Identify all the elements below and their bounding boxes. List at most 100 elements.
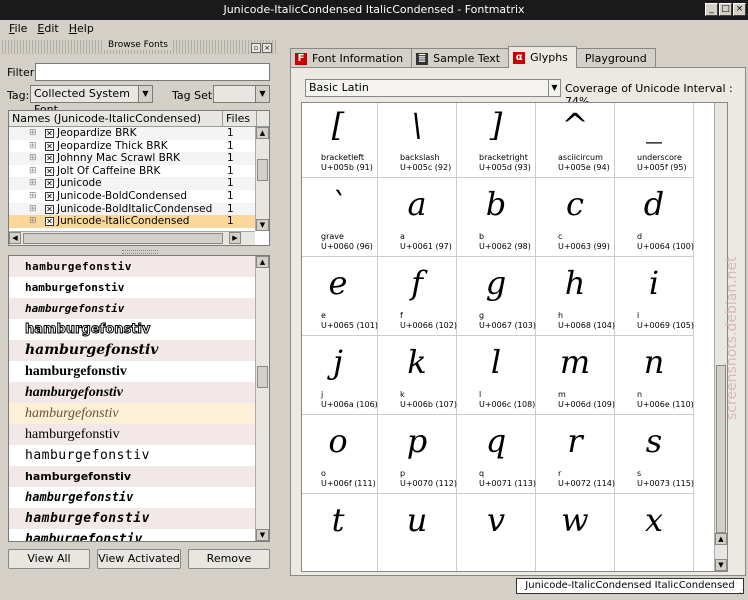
menu-file[interactable]: File	[4, 20, 32, 38]
glyph-cell[interactable]: q q U+0071 (113)	[457, 415, 536, 494]
font-tree-row[interactable]: ⊞ ✕ Junicode-BoldCondensed 1	[9, 190, 269, 203]
expand-icon[interactable]: ⊞	[29, 166, 37, 176]
remove-button[interactable]: Remove	[188, 549, 270, 569]
column-files[interactable]: Files	[223, 111, 257, 126]
view-activated-button[interactable]: View Activated	[97, 549, 181, 569]
glyph-cell[interactable]: \ backslash U+005c (92)	[378, 103, 457, 178]
close-button[interactable]: ×	[733, 3, 746, 16]
glyph-cell[interactable]: ^ asciicircum U+005e (94)	[536, 103, 615, 178]
font-tree-vscrollbar[interactable]: ▲ ▼	[255, 127, 269, 231]
glyph-cell[interactable]: _ underscore U+005f (95)	[615, 103, 694, 178]
scroll-up-icon[interactable]: ▲	[256, 127, 269, 139]
activation-checkbox[interactable]: ✕	[45, 204, 54, 214]
glyph-cell[interactable]: ] bracketright U+005d (93)	[457, 103, 536, 178]
expand-icon[interactable]: ⊞	[29, 217, 37, 226]
scroll-left-icon[interactable]: ◀	[9, 232, 21, 244]
font-preview-row[interactable]: hamburgefonstiv	[9, 424, 269, 445]
activation-checkbox[interactable]: ✕	[45, 191, 54, 201]
font-tree-row[interactable]: ⊞ ✕ Junicode 1	[9, 177, 269, 190]
expand-icon[interactable]: ⊞	[29, 129, 37, 138]
scroll-thumb[interactable]	[257, 159, 268, 181]
expand-icon[interactable]: ⊞	[29, 179, 37, 188]
view-all-button[interactable]: View All	[8, 549, 90, 569]
glyph-cell[interactable]: k k U+006b (107)	[378, 336, 457, 415]
maximize-button[interactable]: □	[719, 3, 732, 16]
menu-help[interactable]: Help	[64, 20, 99, 38]
tag-select[interactable]: Collected System Font ▼	[30, 85, 153, 116]
menu-edit[interactable]: Edit	[32, 20, 63, 38]
tagset-select[interactable]: ▼	[213, 85, 270, 103]
font-tree-row[interactable]: ⊞ ✕ Jeopardize BRK 1	[9, 127, 269, 140]
scroll-down-icon[interactable]: ▼	[256, 219, 269, 231]
glyph-cell[interactable]: v	[457, 494, 536, 571]
glyph-grid[interactable]: [bracketleft U+005b (91) \ backslash U+005c …	[301, 102, 728, 572]
activation-checkbox[interactable]: ✕	[45, 129, 54, 138]
font-tree-hscrollbar[interactable]: ◀ ▶	[9, 231, 255, 245]
tab-font-information[interactable]: F Font Information	[290, 48, 413, 68]
glyph-cell[interactable]: s s U+0073 (115)	[615, 415, 694, 494]
glyph-cell[interactable]: h h U+0068 (104)	[536, 257, 615, 336]
font-tree[interactable]: Names (Junicode-ItalicCondensed) Files ⊞…	[8, 110, 270, 246]
dock-float-button[interactable]: ▫	[251, 43, 261, 53]
font-preview-list[interactable]: hamburgefonstiv hamburgefonstiv hamburgefo…	[8, 255, 270, 542]
scroll-thumb[interactable]	[23, 233, 223, 244]
glyph-cell[interactable]: c c U+0063 (99)	[536, 178, 615, 257]
font-preview-row[interactable]: hamburgefonstiv	[9, 487, 269, 508]
font-tree-row[interactable]: ⊞ ✕ Jolt Of Caffeine BRK 1	[9, 165, 269, 178]
glyph-cell[interactable]: g g U+0067 (103)	[457, 257, 536, 336]
font-preview-row[interactable]: hamburgefonstiv	[9, 529, 269, 541]
font-tree-row[interactable]: ⊞ ✕ Johnny Mac Scrawl BRK 1	[9, 152, 269, 165]
expand-icon[interactable]: ⊞	[29, 191, 37, 201]
glyph-cell[interactable]: [bracketleft U+005b (91)	[302, 103, 378, 178]
font-preview-row[interactable]: hamburgefonstiv	[9, 256, 269, 277]
minimize-button[interactable]: _	[705, 3, 718, 16]
glyph-cell[interactable]: w	[536, 494, 615, 571]
glyph-cell[interactable]: u	[378, 494, 457, 571]
expand-icon[interactable]: ⊞	[29, 204, 37, 214]
font-preview-row[interactable]: hamburgefonstiv	[9, 382, 269, 403]
scroll-down-icon[interactable]: ▼	[256, 529, 269, 541]
font-preview-row[interactable]: hamburgefonstiv	[9, 340, 269, 361]
font-preview-row[interactable]: hamburgefonstiv	[9, 466, 269, 487]
activation-checkbox[interactable]: ✕	[45, 141, 54, 151]
glyph-cell[interactable]: t	[302, 494, 378, 571]
tab-playground[interactable]: Playground	[575, 48, 656, 68]
glyph-cell[interactable]: r r U+0072 (114)	[536, 415, 615, 494]
activation-checkbox[interactable]: ✕	[45, 217, 54, 227]
activation-checkbox[interactable]: ✕	[45, 166, 54, 176]
preview-vscrollbar[interactable]: ▲ ▼	[255, 256, 269, 541]
font-preview-row[interactable]: hamburgefonstiv	[9, 445, 269, 466]
font-preview-row[interactable]: hamburgefonstiv	[9, 319, 269, 340]
scroll-down-icon[interactable]: ▼	[715, 559, 727, 571]
glyph-cell[interactable]: m m U+006d (109)	[536, 336, 615, 415]
font-preview-row[interactable]: hamburgefonstiv	[9, 403, 269, 424]
glyph-cell[interactable]: a a U+0061 (97)	[378, 178, 457, 257]
tab-sample-text[interactable]: ≣ Sample Text	[411, 48, 510, 68]
glyph-cell[interactable]: ` grave U+0060 (96)	[302, 178, 378, 257]
glyph-cell[interactable]: d d U+0064 (100)	[615, 178, 694, 257]
column-names[interactable]: Names (Junicode-ItalicCondensed)	[9, 111, 223, 126]
scroll-thumb[interactable]	[257, 366, 268, 388]
font-tree-row[interactable]: ⊞ ✕ Junicode-ItalicCondensed 1	[9, 215, 269, 228]
expand-icon[interactable]: ⊞	[29, 154, 37, 163]
glyph-cell[interactable]: x	[615, 494, 694, 571]
font-tree-row[interactable]: ⊞ ✕ Junicode-BoldItalicCondensed 1	[9, 202, 269, 216]
font-preview-row[interactable]: hamburgefonstiv	[9, 277, 269, 298]
glyph-cell[interactable]: l l U+006c (108)	[457, 336, 536, 415]
resize-grip-icon[interactable]: ⋰	[736, 588, 746, 598]
expand-icon[interactable]: ⊞	[29, 141, 37, 151]
glyph-cell[interactable]: f f U+0066 (102)	[378, 257, 457, 336]
glyph-cell[interactable]: e e U+0065 (101)	[302, 257, 378, 336]
font-tree-row[interactable]: ⊞ ✕ Jeopardize Thick BRK 1	[9, 140, 269, 153]
filter-input[interactable]	[35, 63, 270, 81]
tab-glyphs[interactable]: α Glyphs	[508, 46, 577, 68]
glyph-cell[interactable]: n n U+006e (110)	[615, 336, 694, 415]
glyph-cell[interactable]: o o U+006f (111)	[302, 415, 378, 494]
scroll-up-icon[interactable]: ▲	[715, 533, 727, 545]
scroll-up-icon[interactable]: ▲	[256, 256, 269, 268]
scroll-right-icon[interactable]: ▶	[229, 232, 241, 244]
unicode-block-select[interactable]: Basic Latin ▼	[305, 79, 561, 97]
dock-close-button[interactable]: ×	[262, 43, 272, 53]
glyph-cell[interactable]: b b U+0062 (98)	[457, 178, 536, 257]
font-preview-row[interactable]: hamburgefonstiv	[9, 508, 269, 529]
